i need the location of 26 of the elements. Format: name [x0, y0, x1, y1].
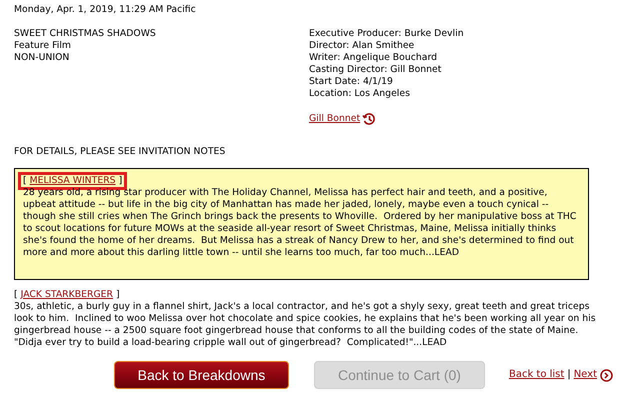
history-icon[interactable] — [362, 112, 376, 126]
bracket-text: [ — [14, 289, 18, 301]
role-description: 28 years old, a rising star producer with The Holiday Channel, Melissa has perfect hair and teeth, and a positive, upbeat attitude -- but life in the big city of Manhattan has made her jaded, lonely, maybe even a touch cynical -- though she still cries when The Grinch brings back the presents to Whoville. Ordered by her manipulative boss at THC to scout locations for future MOWs at the seaside all-year resort of Sweet Christmas, Maine, Melissa initially thinks she's found the home of her dreams. But Melissa has a streak of Nancy Drew to her, and she's determined to find out more and more about this darling little town -- until she learns too much, far too much...LEAD — [23, 187, 578, 259]
role-description: 30s, athletic, a burly guy in a flannel shirt, Jack's a local contractor, and he's got a shyly sexy, great teeth and great triceps look to him. Inclined to woo Melissa over hot chocolate and spice cookies, he explains that he's been working all year on his gingerbread house -- a 2500 square foot gingerbread house that conforms to all the building codes of the state of Maine. "Didja ever try to build a load-bearing cripple wall out of gingerbread? Complicated!"...LEAD — [14, 301, 597, 349]
bracket-text: ] — [116, 289, 120, 301]
nav-link[interactable]: Next — [574, 369, 597, 381]
bracket-text: [ — [23, 175, 27, 187]
notice-text: FOR DETAILS, PLEASE SEE INVITATION NOTES — [14, 146, 226, 158]
project-title: SWEET CHRISTMAS SHADOWS — [14, 28, 157, 40]
credit-line: Start Date: 4/1/19 — [309, 76, 394, 88]
timestamp-text: Monday, Apr. 1, 2019, 11:29 AM Pacific — [14, 4, 197, 16]
credit-line: Executive Producer: Burke Devlin — [309, 28, 464, 40]
back-button[interactable]: Back to Breakdowns — [114, 361, 289, 389]
next-icon[interactable] — [600, 368, 613, 382]
union-status: NON-UNION — [14, 52, 70, 64]
nav-link[interactable]: Back to list — [508, 369, 564, 381]
credit-line: Location: Los Angeles — [309, 88, 411, 100]
credit-line: Director: Alan Smithee — [309, 40, 416, 52]
role-name-link[interactable]: JACK STARKBERGER — [20, 289, 113, 301]
project-type: Feature Film — [14, 40, 72, 52]
credit-line: Casting Director: Gill Bonnet — [309, 64, 442, 76]
role-name-link[interactable]: MELISSA WINTERS — [30, 175, 116, 187]
credit-line: Writer: Angelique Bouchard — [309, 52, 438, 64]
bracket-text: ] — [118, 175, 122, 187]
separator-text: | — [567, 369, 571, 381]
casting-director-link[interactable]: Gill Bonnet — [309, 113, 360, 125]
